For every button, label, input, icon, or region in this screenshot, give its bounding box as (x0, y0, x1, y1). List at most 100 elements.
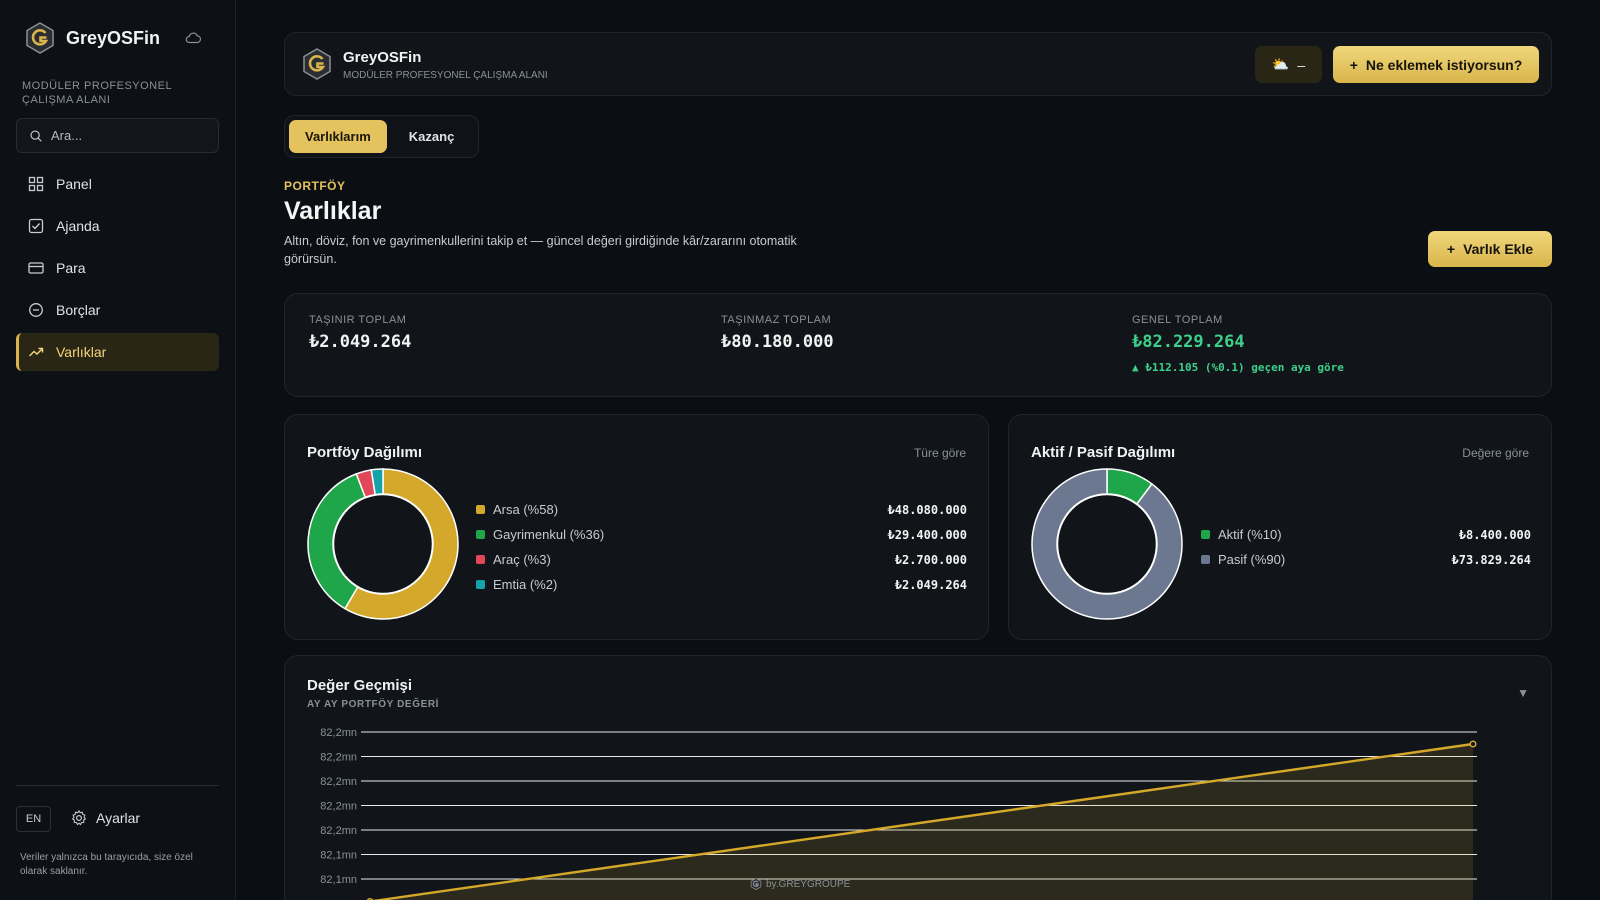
cloud-sync-icon[interactable] (184, 29, 202, 47)
brand[interactable]: GreyOSFin (24, 22, 202, 54)
chevron-down-icon[interactable]: ▼ (1517, 686, 1529, 700)
legend-label: Gayrimenkul (%36) (493, 527, 605, 542)
portfolio-legend: Arsa (%58) ₺48.080.000 Gayrimenkul (%36) ₺2… (476, 497, 967, 597)
grid-icon (28, 176, 44, 192)
monthly-change: ▲ ₺112.105 (%0.1) geçen aya göre (1132, 361, 1344, 374)
add-asset-label: Varlık Ekle (1463, 241, 1534, 257)
legend-swatch (1201, 530, 1210, 539)
total-value: ₺80.180.000 (721, 332, 834, 352)
trending-up-icon (29, 347, 44, 357)
total-immovable: TAŞINMAZ TOPLAM ₺80.180.000 (721, 314, 834, 352)
legend-label: Pasif (%90) (1218, 552, 1286, 567)
top-header: GreyOSFin MODÜLER PROFESYONEL ÇALIŞMA AL… (284, 32, 1552, 96)
sidebar-item-label: Borçlar (56, 302, 101, 318)
page-title: Varlıklar (284, 197, 382, 225)
sidebar-nav: Panel Ajanda Para Borçlar Varlıklar (16, 165, 219, 375)
total-label: TAŞINMAZ TOPLAM (721, 314, 832, 326)
brand-name: GreyOSFin (66, 27, 161, 48)
legend-item: Gayrimenkul (%36) ₺29.400.000 (476, 522, 967, 547)
chart-subtitle: AY AY PORTFÖY DEĞERİ (307, 699, 440, 710)
legend-swatch (476, 580, 485, 589)
card-icon (28, 262, 44, 274)
value-history-chart: 82,2mn 82,2mn 82,2mn 82,2mn 82,2mn 82,1mn 82,1… (320, 727, 1477, 900)
legend-swatch (476, 505, 485, 514)
y-tick-label: 82,2mn (320, 776, 357, 788)
sidebar-item-varliklar[interactable]: Varlıklar (16, 333, 219, 371)
settings-button[interactable]: Ayarlar (70, 809, 140, 827)
portfolio-distribution-card: Portföy Dağılımı Türe göre Arsa (%58) ₺48… (284, 414, 989, 640)
checkbox-icon (28, 218, 44, 234)
plus-icon: + (1349, 56, 1358, 73)
sidebar-search[interactable] (16, 118, 219, 153)
y-tick-label: 82,2mn (320, 727, 357, 739)
totals-card: TAŞINIR TOPLAM ₺2.049.264 TAŞINMAZ TOPLA… (284, 293, 1552, 397)
total-value: ₺82.229.264 (1132, 332, 1245, 352)
language-toggle[interactable]: EN (16, 806, 51, 832)
y-tick-label: 82,2mn (320, 752, 357, 764)
legend-value: ₺73.829.264 (1451, 552, 1531, 567)
active-passive-legend: Aktif (%10) ₺8.400.000 Pasif (%90) ₺73.829.… (1201, 522, 1531, 572)
settings-label: Ayarlar (96, 810, 141, 826)
value-history-card: Değer Geçmişi AY AY PORTFÖY DEĞERİ ▼ 82,… (284, 655, 1552, 900)
sidebar-item-label: Para (56, 260, 86, 276)
legend-value: ₺29.400.000 (887, 527, 967, 542)
quick-add-label: Ne eklemek istiyorsun? (1365, 56, 1523, 73)
weather-icon: ⛅ (1271, 56, 1290, 72)
tab-bar: Varlıklarım Kazanç (284, 115, 479, 158)
sidebar-subtitle: MODÜLER PROFESYONEL ÇALIŞMA ALANI (22, 80, 172, 106)
legend-item: Emtia (%2) ₺2.049.264 (476, 572, 967, 597)
search-input[interactable] (51, 128, 201, 143)
sidebar-item-label: Ajanda (56, 218, 100, 234)
plus-icon: + (1446, 241, 1456, 257)
gear-icon (71, 809, 87, 826)
legend-item: Aktif (%10) ₺8.400.000 (1201, 522, 1531, 547)
legend-swatch (1201, 555, 1210, 564)
sidebar: GreyOSFin MODÜLER PROFESYONEL ÇALIŞMA AL… (0, 0, 236, 900)
sidebar-item-borclar[interactable]: Borçlar (16, 291, 219, 329)
section-eyebrow: PORTFÖY (284, 179, 346, 193)
add-asset-button[interactable]: + Varlık Ekle (1428, 231, 1552, 267)
total-label: GENEL TOPLAM (1132, 314, 1223, 326)
legend-item: Araç (%3) ₺2.700.000 (476, 547, 967, 572)
logo-icon (303, 48, 331, 80)
y-tick-label: 82,1mn (320, 850, 357, 862)
y-tick-label: 82,2mn (320, 801, 357, 813)
sidebar-item-ajanda[interactable]: Ajanda (16, 207, 219, 245)
privacy-note: Veriler yalnızca bu tarayıcıda, size öze… (20, 852, 193, 877)
sidebar-item-para[interactable]: Para (16, 249, 219, 287)
quick-add-button[interactable]: + Ne eklemek istiyorsun? (1333, 46, 1539, 83)
watermark: by.GREYGROUPE (750, 878, 850, 890)
legend-swatch (476, 530, 485, 539)
card-hint: Türe göre (913, 446, 966, 460)
active-passive-card: Aktif / Pasif Dağılımı Değere göre Aktif… (1008, 414, 1552, 640)
total-movable: TAŞINIR TOPLAM ₺2.049.264 (309, 314, 411, 352)
data-point[interactable] (1469, 740, 1477, 748)
donut-hole (332, 493, 434, 595)
sidebar-item-panel[interactable]: Panel (16, 165, 219, 203)
chart-title: Değer Geçmişi (307, 677, 413, 694)
legend-value: ₺2.700.000 (894, 552, 967, 567)
active-passive-donut-chart (1031, 468, 1183, 620)
legend-label: Emtia (%2) (493, 577, 558, 592)
total-grand: GENEL TOPLAM ₺82.229.264 ▲ ₺112.105 (%0.… (1132, 314, 1344, 374)
logo-icon (750, 878, 762, 890)
sidebar-divider (16, 785, 219, 786)
weather-value: – (1297, 56, 1306, 73)
legend-value: ₺48.080.000 (887, 502, 967, 517)
legend-item: Pasif (%90) ₺73.829.264 (1201, 547, 1531, 572)
watermark-text: by.GREYGROUPE (766, 878, 851, 890)
weather-button[interactable]: ⛅ – (1255, 46, 1322, 83)
sidebar-item-label: Panel (56, 176, 92, 192)
donut-hole (1056, 493, 1158, 595)
legend-label: Araç (%3) (493, 552, 551, 567)
y-tick-label: 82,2mn (320, 825, 357, 837)
sidebar-item-label: Varlıklar (56, 344, 107, 360)
legend-value: ₺2.049.264 (894, 577, 967, 592)
logo-icon (26, 22, 54, 54)
tab-varliklarim[interactable]: Varlıklarım (289, 120, 387, 153)
legend-swatch (476, 555, 485, 564)
legend-value: ₺8.400.000 (1458, 527, 1531, 542)
tab-kazanc[interactable]: Kazanç (393, 120, 471, 153)
card-hint: Değere göre (1462, 446, 1529, 460)
page-description: Altın, döviz, fon ve gayrimenkullerini t… (284, 234, 797, 266)
